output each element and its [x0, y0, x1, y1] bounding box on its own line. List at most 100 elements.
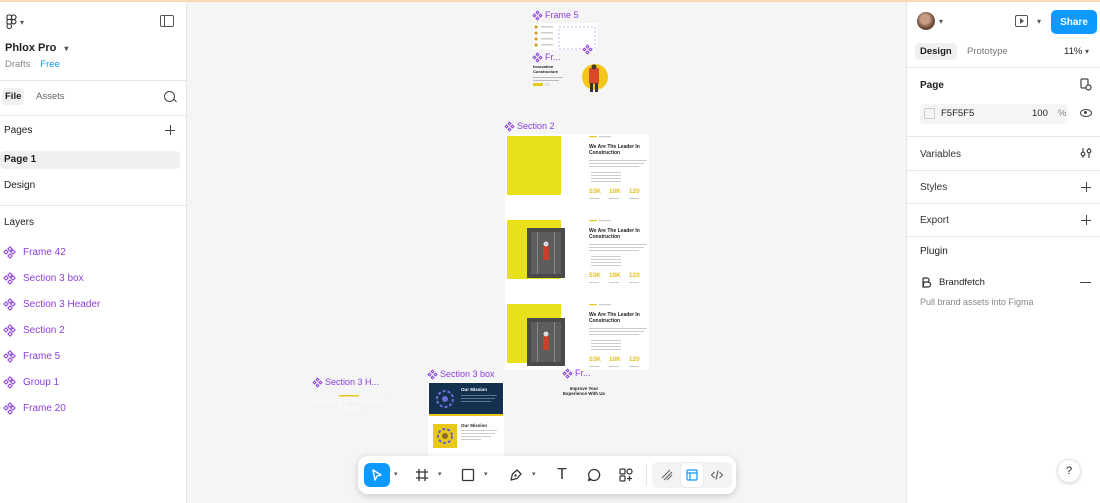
hero-frame[interactable]: Innovation Constructure: [533, 62, 613, 94]
layer-item[interactable]: Section 3 Header: [3, 296, 100, 312]
page-item-page-1[interactable]: Page 1: [0, 151, 180, 169]
frame-tool-button[interactable]: [410, 463, 434, 487]
main-menu-button[interactable]: ▾: [6, 14, 24, 30]
chevron-down-icon[interactable]: ▾: [1037, 17, 1041, 26]
background-hex[interactable]: F5F5F5: [941, 108, 974, 119]
chevron-down-icon[interactable]: ▾: [438, 470, 442, 478]
tab-file[interactable]: File: [2, 88, 25, 105]
frame-label-section-3-box[interactable]: Section 3 box: [427, 368, 495, 380]
yellow-image: [507, 136, 561, 195]
divider: [907, 170, 1100, 171]
plugin-title: Plugin: [920, 246, 948, 257]
avatar[interactable]: [917, 12, 935, 30]
layer-item[interactable]: Group 1: [3, 374, 59, 390]
component-icon: [532, 9, 543, 21]
section-2-frame[interactable]: We Are The Leader In Construction 53K 10…: [505, 134, 649, 370]
figma-logo-icon: [6, 14, 17, 30]
chevron-down-icon[interactable]: ▾: [394, 470, 398, 478]
layer-item[interactable]: Section 3 box: [3, 270, 84, 286]
layer-item[interactable]: Section 2: [3, 322, 65, 338]
add-page-icon[interactable]: [165, 125, 175, 135]
frame-label-section-2[interactable]: Section 2: [504, 120, 555, 132]
background-opacity[interactable]: 100: [1032, 108, 1048, 119]
file-name-button[interactable]: Phlox Pro ▾: [5, 42, 68, 54]
export-title[interactable]: Export: [920, 215, 949, 226]
add-export-icon[interactable]: [1081, 215, 1091, 225]
remove-plugin-icon[interactable]: [1080, 282, 1091, 284]
sidebar-toggle-icon[interactable]: [160, 15, 174, 27]
mission-card-light: Our Mission: [429, 420, 503, 455]
chevron-down-icon: ▾: [1084, 47, 1089, 56]
drafts-link[interactable]: Drafts: [5, 59, 30, 70]
actions-tool-button[interactable]: [614, 463, 638, 487]
chevron-down-icon[interactable]: ▾: [532, 470, 536, 478]
percent-label: %: [1058, 108, 1067, 119]
layer-label: Section 3 box: [23, 272, 84, 284]
variables-icon[interactable]: [1080, 147, 1092, 159]
background-color-field[interactable]: F5F5F5 100 %: [920, 104, 1068, 124]
frame-label-fr-bottom[interactable]: Fr...: [562, 367, 591, 379]
component-icon: [312, 376, 323, 388]
mission-title: Our Mission: [461, 387, 488, 392]
plan-badge[interactable]: Free: [40, 59, 60, 70]
frame-icon: [416, 469, 428, 481]
move-tool-button[interactable]: [364, 463, 390, 487]
right-panel: ▾ ▾ Share Design Prototype 11% ▾ Page F5…: [906, 0, 1100, 503]
left-tabs: File Assets: [0, 88, 186, 108]
eye-icon[interactable]: [1080, 109, 1092, 117]
add-style-icon[interactable]: [1081, 182, 1091, 192]
pen-tool-button[interactable]: [504, 463, 528, 487]
actions-icon: [619, 468, 633, 482]
section-3-header-frame[interactable]: Improve Your Experience With Us: [313, 390, 385, 420]
divider: [0, 80, 186, 81]
styles-title[interactable]: Styles: [920, 182, 947, 193]
plugin-item-brandfetch[interactable]: Brandfetch: [921, 277, 985, 288]
page-settings-icon[interactable]: [1080, 78, 1092, 91]
shape-tool-button[interactable]: [456, 463, 480, 487]
layers-title: Layers: [4, 217, 35, 228]
divider: [0, 205, 186, 206]
component-icon: [582, 44, 593, 55]
frame-label-fr[interactable]: Fr...: [532, 51, 561, 63]
layer-label: Frame 5: [23, 350, 61, 362]
page-item-design[interactable]: Design: [0, 177, 180, 195]
frame-label-section-3-header[interactable]: Section 3 H...: [312, 376, 379, 388]
chevron-down-icon[interactable]: ▾: [939, 17, 943, 26]
tab-prototype[interactable]: Prototype: [967, 46, 1008, 57]
component-icon: [3, 323, 16, 337]
chevron-down-icon: ▾: [64, 43, 69, 53]
comment-tool-button[interactable]: [582, 463, 606, 487]
help-button[interactable]: ?: [1057, 459, 1081, 483]
tab-design[interactable]: Design: [915, 43, 957, 60]
section-3-box-frame[interactable]: Our Mission Our Mission: [428, 382, 504, 456]
layer-item[interactable]: Frame 42: [3, 244, 66, 260]
chevron-down-icon[interactable]: ▾: [484, 470, 488, 478]
layer-item[interactable]: Frame 5: [3, 348, 61, 364]
small-frame-label[interactable]: [582, 44, 593, 55]
design-mode-button[interactable]: [681, 463, 703, 487]
color-swatch[interactable]: [924, 108, 935, 119]
component-icon: [3, 245, 16, 259]
search-icon[interactable]: [164, 91, 175, 102]
component-icon: [3, 375, 16, 389]
present-icon[interactable]: [1015, 15, 1028, 27]
layer-item[interactable]: Frame 20: [3, 400, 66, 416]
draw-mode-button[interactable]: [656, 463, 678, 487]
code-icon: [710, 470, 724, 480]
frame-label-frame-5[interactable]: Frame 5: [532, 9, 579, 21]
layer-label: Frame 20: [23, 402, 66, 414]
chevron-down-icon: ▾: [20, 17, 25, 27]
dev-mode-button[interactable]: [706, 463, 728, 487]
component-icon: [427, 368, 438, 380]
hero-heading: Innovation Constructure: [533, 64, 559, 74]
top-progress-line: [0, 0, 1100, 2]
variables-title[interactable]: Variables: [920, 149, 961, 160]
share-button[interactable]: Share: [1051, 10, 1097, 34]
stats-row: 53K 10K 120: [589, 272, 640, 279]
layer-label: Frame 42: [23, 246, 66, 258]
zoom-level[interactable]: 11% ▾: [1064, 46, 1089, 57]
canvas[interactable]: Frame 5 Fr... Innovation Constructure Se…: [187, 0, 906, 503]
text-tool-button[interactable]: T: [550, 463, 574, 487]
divider: [907, 203, 1100, 204]
tab-assets[interactable]: Assets: [36, 91, 65, 102]
